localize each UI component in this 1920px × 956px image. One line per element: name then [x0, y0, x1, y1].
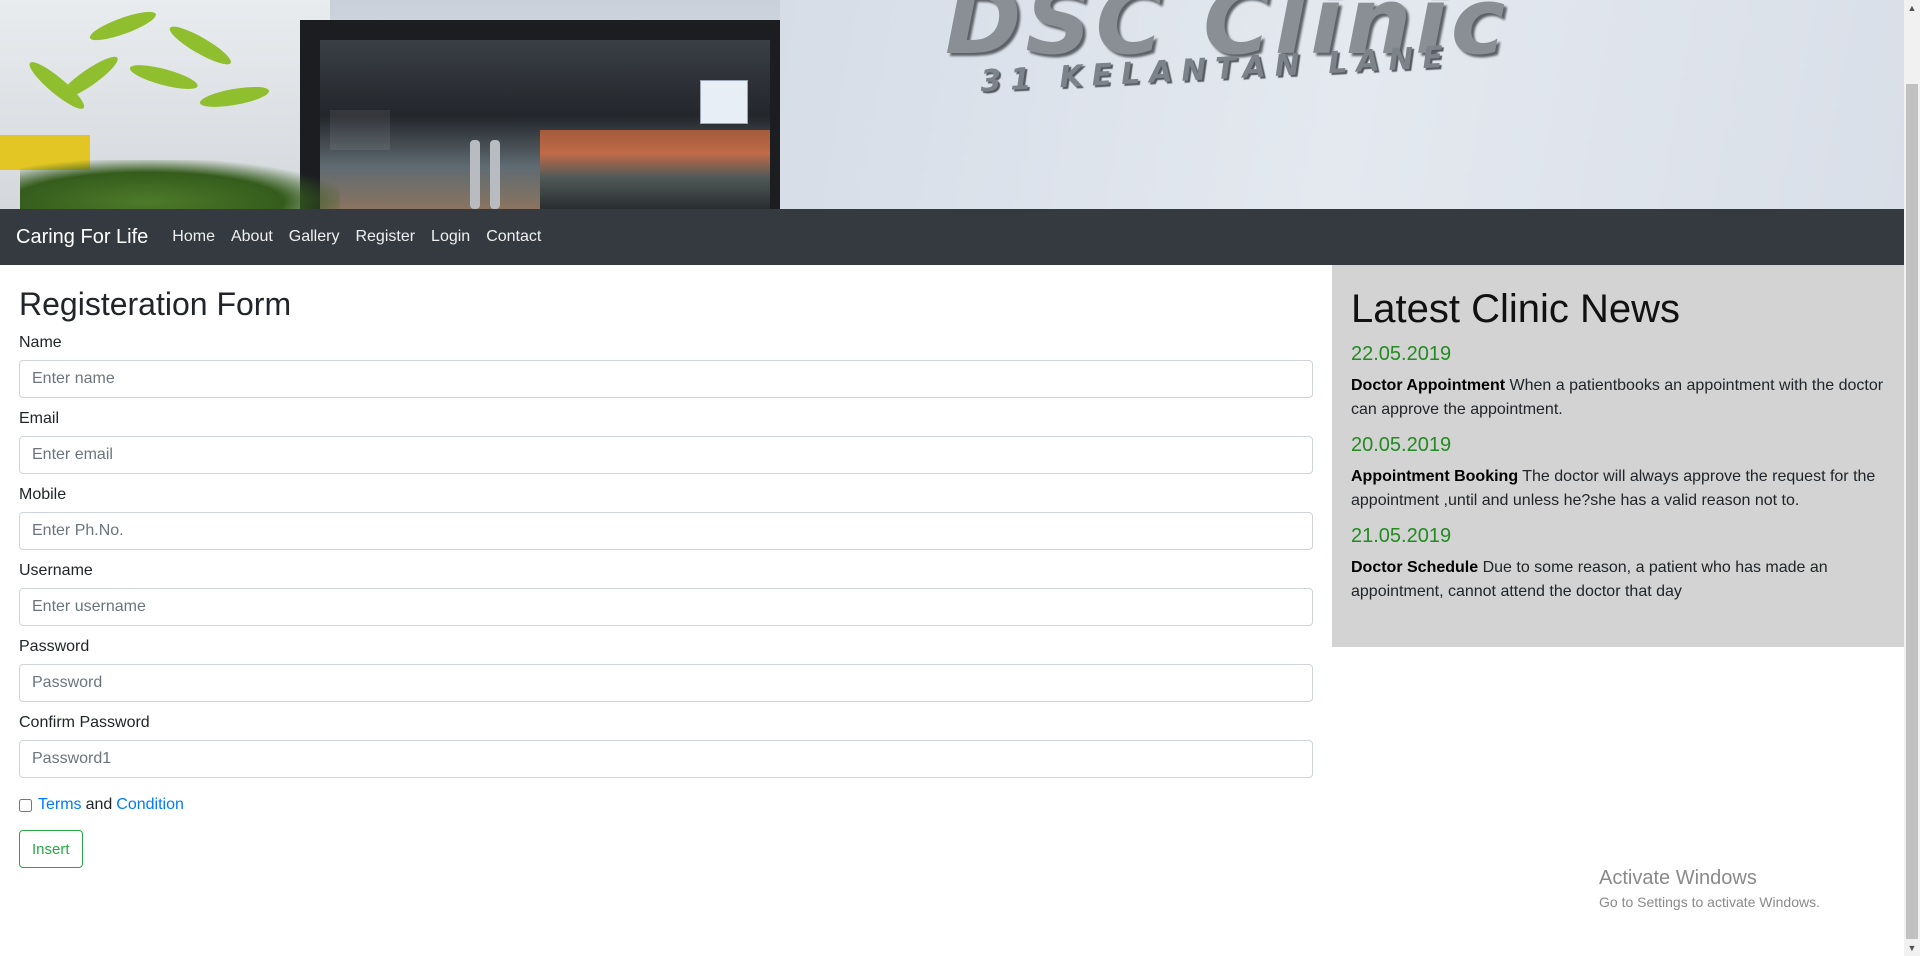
windows-activation-watermark: Activate Windows Go to Settings to activ… — [1599, 867, 1820, 910]
scrollbar-thumb[interactable] — [1906, 84, 1918, 939]
email-input[interactable] — [19, 436, 1313, 475]
watermark-title: Activate Windows — [1599, 867, 1757, 889]
mobile-input[interactable] — [19, 512, 1313, 551]
nav-link-home[interactable]: Home — [172, 228, 215, 246]
registration-form: Registeration Form Name Email Mobile Use… — [19, 265, 1313, 869]
news-heading: Doctor Appointment — [1351, 377, 1506, 394]
hero-bush — [20, 160, 340, 209]
name-label: Name — [19, 334, 62, 352]
insert-button[interactable]: Insert — [19, 830, 83, 869]
scroll-up-arrow-icon[interactable]: ▲ — [1904, 0, 1920, 16]
email-label: Email — [19, 410, 60, 428]
watermark-subtitle: Go to Settings to activate Windows. — [1599, 894, 1820, 910]
terms-row: Terms and Condition — [19, 796, 1313, 814]
form-title: Registeration Form — [19, 286, 292, 322]
vertical-scrollbar[interactable]: ▲ ▼ — [1904, 0, 1920, 956]
nav-link-gallery[interactable]: Gallery — [289, 228, 340, 246]
terms-checkbox[interactable] — [19, 798, 32, 812]
nav-link-about[interactable]: About — [231, 228, 273, 246]
nav-link-login[interactable]: Login — [431, 228, 470, 246]
password-input[interactable] — [19, 664, 1313, 703]
news-title: Latest Clinic News — [1351, 287, 1681, 331]
confirm-password-label: Confirm Password — [19, 714, 150, 732]
name-input[interactable] — [19, 360, 1313, 399]
news-date: 22.05.2019 — [1351, 343, 1452, 365]
mobile-label: Mobile — [19, 486, 67, 504]
news-date: 20.05.2019 — [1351, 434, 1452, 456]
nav-link-register[interactable]: Register — [355, 228, 415, 246]
terms-and-text: and — [85, 796, 113, 814]
hero-door-handle — [470, 140, 480, 209]
nav-link-contact[interactable]: Contact — [486, 228, 541, 246]
navbar: Caring For Life Home About Gallery Regis… — [0, 209, 1904, 265]
hero-banner-image: DSC Clinic 31 KELANTAN LANE — [0, 0, 1904, 209]
news-heading: Doctor Schedule — [1351, 559, 1479, 576]
hero-door-glass — [320, 40, 770, 209]
news-item: Doctor Appointment When a patientbooks a… — [1351, 374, 1885, 422]
confirm-password-input[interactable] — [19, 740, 1313, 779]
scroll-down-arrow-icon[interactable]: ▼ — [1904, 940, 1920, 956]
news-date: 21.05.2019 — [1351, 525, 1452, 547]
terms-link[interactable]: Terms — [38, 796, 82, 814]
hero-door-logo — [330, 110, 390, 150]
hero-door-handle — [490, 140, 500, 209]
news-item: Doctor Schedule Due to some reason, a pa… — [1351, 556, 1885, 604]
username-input[interactable] — [19, 588, 1313, 627]
password-label: Password — [19, 638, 90, 656]
username-label: Username — [19, 562, 93, 580]
condition-link[interactable]: Condition — [116, 796, 184, 814]
news-heading: Appointment Booking — [1351, 468, 1519, 485]
hero-door-notice — [700, 80, 748, 124]
news-sidebar: Latest Clinic News 22.05.2019 Doctor App… — [1332, 265, 1904, 647]
hero-street-reflection — [540, 130, 770, 209]
news-item: Appointment Booking The doctor will alwa… — [1351, 465, 1885, 513]
navbar-brand[interactable]: Caring For Life — [16, 226, 148, 249]
